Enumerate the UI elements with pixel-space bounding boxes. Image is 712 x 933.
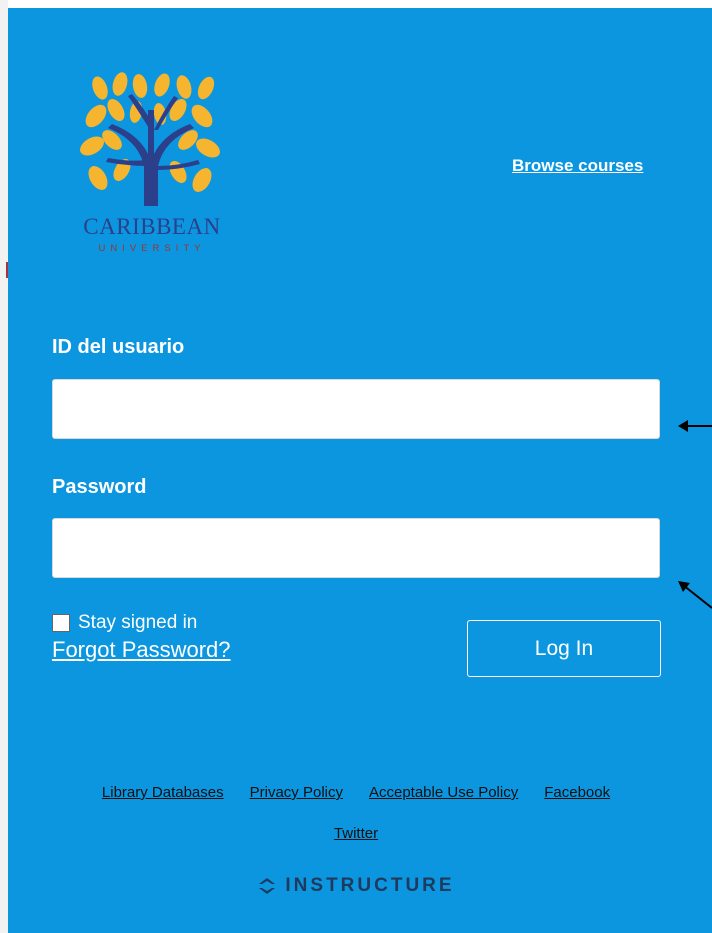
university-logo: CARIBBEAN UNIVERSITY: [78, 70, 226, 266]
browse-courses-link[interactable]: Browse courses: [512, 156, 643, 176]
username-label: ID del usuario: [52, 336, 185, 358]
footer-links: Library Databases Privacy Policy Accepta…: [40, 784, 672, 801]
arrow-icon: [678, 581, 712, 609]
footer-link-twitter[interactable]: Twitter: [334, 825, 378, 842]
footer-links-row-2: Twitter: [0, 825, 712, 843]
forgot-password-link[interactable]: Forgot Password?: [52, 637, 231, 663]
instructure-icon: [259, 878, 276, 894]
password-input[interactable]: [52, 518, 660, 578]
window-edge: [0, 0, 8, 933]
username-input[interactable]: [52, 379, 660, 439]
footer-link-acceptable-use-policy[interactable]: Acceptable Use Policy: [369, 784, 518, 801]
stay-signed-in-label: Stay signed in: [78, 612, 198, 633]
logo-title: CARIBBEAN: [83, 214, 221, 239]
stay-signed-in[interactable]: Stay signed in: [52, 612, 197, 634]
logo-subtitle: UNIVERSITY: [98, 243, 206, 254]
footer-link-facebook[interactable]: Facebook: [544, 784, 610, 801]
password-label: Password: [52, 476, 147, 498]
footer-link-privacy-policy[interactable]: Privacy Policy: [250, 784, 343, 801]
tree-logo-icon: [80, 72, 220, 206]
arrow-icon: [678, 420, 712, 432]
powered-by-instructure: INSTRUCTURE: [0, 875, 712, 897]
stay-signed-in-checkbox[interactable]: [52, 614, 70, 632]
instructure-wordmark: INSTRUCTURE: [285, 875, 455, 896]
footer-link-library-databases[interactable]: Library Databases: [102, 784, 224, 801]
log-in-button[interactable]: Log In: [467, 620, 661, 677]
